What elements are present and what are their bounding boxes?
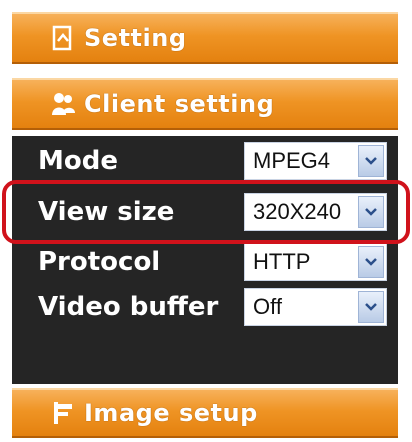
- protocol-label: Protocol: [38, 247, 161, 277]
- chevron-down-icon[interactable]: [358, 246, 384, 278]
- client-settings-form: Mode MPEG4 View size 320X240 Protocol HT…: [12, 136, 398, 384]
- users-icon: [50, 91, 76, 117]
- video-buffer-label: Video buffer: [38, 292, 219, 322]
- mode-value: MPEG4: [253, 148, 331, 173]
- client-setting-label: Client setting: [84, 90, 275, 118]
- mode-row: Mode MPEG4: [12, 139, 398, 183]
- video-buffer-select[interactable]: Off: [244, 288, 387, 326]
- client-setting-bar[interactable]: Client setting: [12, 78, 398, 130]
- view-size-highlight: [2, 180, 410, 244]
- protocol-row: Protocol HTTP: [12, 240, 398, 284]
- setting-label: Setting: [84, 24, 187, 52]
- video-buffer-value: Off: [253, 294, 282, 319]
- image-setup-bar[interactable]: Image setup: [12, 388, 398, 438]
- mode-label: Mode: [38, 146, 118, 176]
- video-buffer-row: Video buffer Off: [12, 285, 398, 329]
- chevron-down-icon[interactable]: [358, 145, 384, 177]
- chevron-down-icon[interactable]: [358, 291, 384, 323]
- setting-menu-bar[interactable]: Setting: [12, 12, 398, 64]
- document-icon: [50, 25, 76, 51]
- protocol-value: HTTP: [253, 249, 311, 274]
- protocol-select[interactable]: HTTP: [244, 243, 387, 281]
- image-setup-label: Image setup: [84, 399, 258, 427]
- mode-select[interactable]: MPEG4: [244, 142, 387, 180]
- image-setup-icon: [50, 400, 76, 426]
